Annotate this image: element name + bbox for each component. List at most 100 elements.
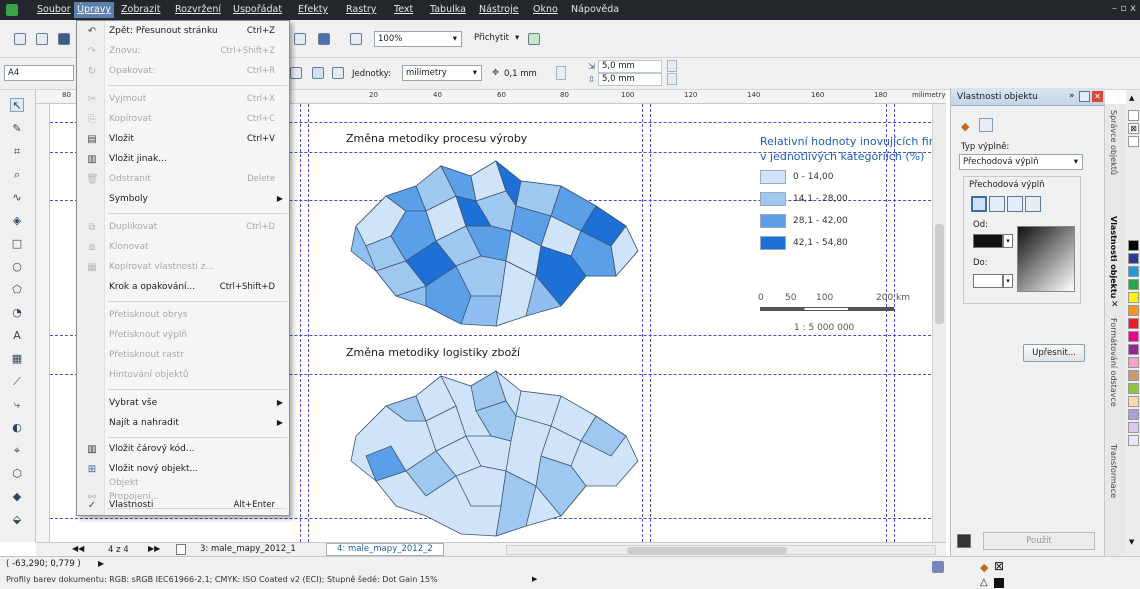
palette-swatch[interactable] [1128,409,1139,420]
menu-item-object-hinting[interactable]: Hintování objektů [77,367,289,385]
menu-item-insert-barcode[interactable]: ▥ Vložit čárový kód... [77,441,289,459]
interactive-fill-icon[interactable]: ⬙ [10,513,24,527]
lock-icon[interactable] [957,534,971,548]
palette-swatch[interactable] [1128,357,1139,368]
basic-shapes-icon[interactable]: ◔ [10,306,24,320]
tab-object-properties[interactable]: Vlastnosti objektu [1109,216,1118,298]
menu-layout[interactable]: Rozvržení [175,4,221,15]
outline-tool-icon[interactable]: ⬡ [10,467,24,481]
horizontal-scrollbar[interactable] [506,545,936,555]
menu-item-paste[interactable]: ▤ Vložit Ctrl+V [77,131,289,149]
palette-swatch[interactable] [1128,136,1139,147]
outline-tab-icon[interactable] [979,118,993,132]
menu-item-paste-special[interactable]: ▥ Vložit jinak... [77,151,289,169]
crop-tool-icon[interactable]: ⌗ [10,145,24,159]
blend-tool-icon[interactable]: ◐ [10,421,24,435]
guideline[interactable] [308,104,309,542]
tab-object-manager[interactable]: Správce objektů [1109,110,1118,175]
connector-tool-icon[interactable]: ⤷ [10,398,24,412]
docker-close-icon[interactable]: ✕ [1092,91,1103,102]
snap-options-icon[interactable] [528,33,540,45]
all-pages-icon[interactable] [290,67,302,79]
units-dropdown[interactable]: milimetry ▾ [402,65,482,81]
menu-item-clone[interactable]: ⧈ Klonovat [77,239,289,257]
map2-title[interactable]: Změna metodiky logistiky zboží [346,346,520,359]
open-icon[interactable] [36,33,48,45]
duplicate-y-spinner[interactable] [667,73,677,85]
map-process-production[interactable] [346,156,646,331]
freehand-tool-icon[interactable]: ∿ [10,191,24,205]
menu-item-overprint-outline[interactable]: Přetisknout obrys [77,307,289,325]
palette-swatch[interactable] [1128,110,1139,121]
palette-swatch[interactable] [1128,266,1139,277]
menu-text[interactable]: Text [394,4,413,15]
fill-type-dropdown[interactable]: Přechodová výplň ▾ [959,154,1083,170]
zoom-tool-icon[interactable]: ⌕ [10,168,24,182]
color-proof-icon[interactable] [932,561,944,573]
to-color-picker[interactable] [973,274,1003,288]
menu-item-copy-properties[interactable]: ▦ Kopírovat vlastnosti z... [77,259,289,277]
radial-gradient-icon[interactable] [989,196,1005,212]
guideline[interactable] [650,104,651,542]
menu-item-duplicate[interactable]: ⧉ Duplikovat Ctrl+D [77,219,289,237]
chevron-down-icon[interactable]: ▾ [1003,234,1013,248]
color-profiles-arrow-icon[interactable]: ▶ [532,575,537,583]
vertical-ruler[interactable] [36,104,50,542]
menu-item-cut[interactable]: ✂ Vyjmout Ctrl+X [77,91,289,109]
ellipse-tool-icon[interactable]: ○ [10,260,24,274]
add-page-icon[interactable] [176,544,186,555]
guideline[interactable] [300,104,301,542]
new-icon[interactable] [14,33,26,45]
welcome-icon[interactable] [350,33,362,45]
last-page-icon[interactable]: ▶▶ [148,544,160,553]
conical-gradient-icon[interactable] [1007,196,1023,212]
app-launcher-icon[interactable] [318,33,330,45]
menu-item-overprint-bitmap[interactable]: Přetisknout rastr [77,347,289,365]
expand-icon[interactable]: ▶ [98,559,104,568]
polygon-tool-icon[interactable]: ⬠ [10,283,24,297]
palette-swatch[interactable]: ⊠ [1128,123,1139,134]
color-profiles[interactable]: Profily barev dokumentu: RGB: sRGB IEC61… [6,575,438,584]
menu-item-symbols[interactable]: Symboly ▶ [77,191,289,209]
dimension-tool-icon[interactable]: ⟋ [10,375,24,389]
menu-item-copy[interactable]: ⎘ Kopírovat Ctrl+C [77,111,289,129]
duplicate-x-spinner[interactable] [667,60,677,72]
nudge-spinner[interactable] [556,66,566,80]
palette-swatch[interactable] [1128,383,1139,394]
duplicate-x-field[interactable]: 5,0 mm [598,60,662,73]
chevron-down-icon[interactable]: ▾ [1003,274,1013,288]
menu-item-find-replace[interactable]: Najít a nahradit ▶ [77,415,289,433]
page-tab-active[interactable]: 4: male_mapy_2012_2 [326,543,444,556]
palette-swatch[interactable] [1128,305,1139,316]
square-gradient-icon[interactable] [1025,196,1041,212]
text-tool-icon[interactable]: A [10,329,24,343]
publish-icon[interactable] [294,33,306,45]
docker-minimize-icon[interactable] [1079,91,1090,102]
shape-tool-icon[interactable]: ✎ [10,122,24,136]
menu-help[interactable]: Nápověda [571,4,619,15]
save-icon[interactable] [58,33,70,45]
legend-title[interactable]: Relativní hodnoty inovujících fire [760,135,940,148]
current-page-icon[interactable] [312,67,324,79]
tab-close-icon[interactable]: ✕ [1111,300,1119,310]
menu-item-repeat[interactable]: ↻ Opakovat: Ctrl+R [77,63,289,81]
menu-item-overprint-fill[interactable]: Přetisknout výplň [77,327,289,345]
chevron-down-icon[interactable]: ▾ [515,33,519,43]
fill-tool-icon[interactable]: ◆ [10,490,24,504]
table-tool-icon[interactable]: ▦ [10,352,24,366]
from-color-picker[interactable] [973,234,1003,248]
page-tab[interactable]: 3: male_mapy_2012_1 [200,544,296,554]
menu-table[interactable]: Tabulka [430,4,466,15]
zoom-dropdown[interactable]: 100% ▾ [374,31,462,47]
palette-swatch[interactable] [1128,240,1139,251]
eyedropper-tool-icon[interactable]: ⌖ [10,444,24,458]
page-layout-icon[interactable] [332,67,344,79]
menu-item-undo[interactable]: ↶ Zpět: Přesunout stránku Ctrl+Z [77,23,289,41]
menu-file[interactable]: Soubor [37,4,71,15]
palette-swatch[interactable] [1128,279,1139,290]
palette-swatch[interactable] [1128,344,1139,355]
palette-swatch[interactable] [1128,318,1139,329]
page-size-dropdown[interactable]: A4 [4,65,74,81]
refine-button[interactable]: Upřesnit... [1023,344,1085,362]
nudge-value[interactable]: 0,1 mm [504,69,537,79]
